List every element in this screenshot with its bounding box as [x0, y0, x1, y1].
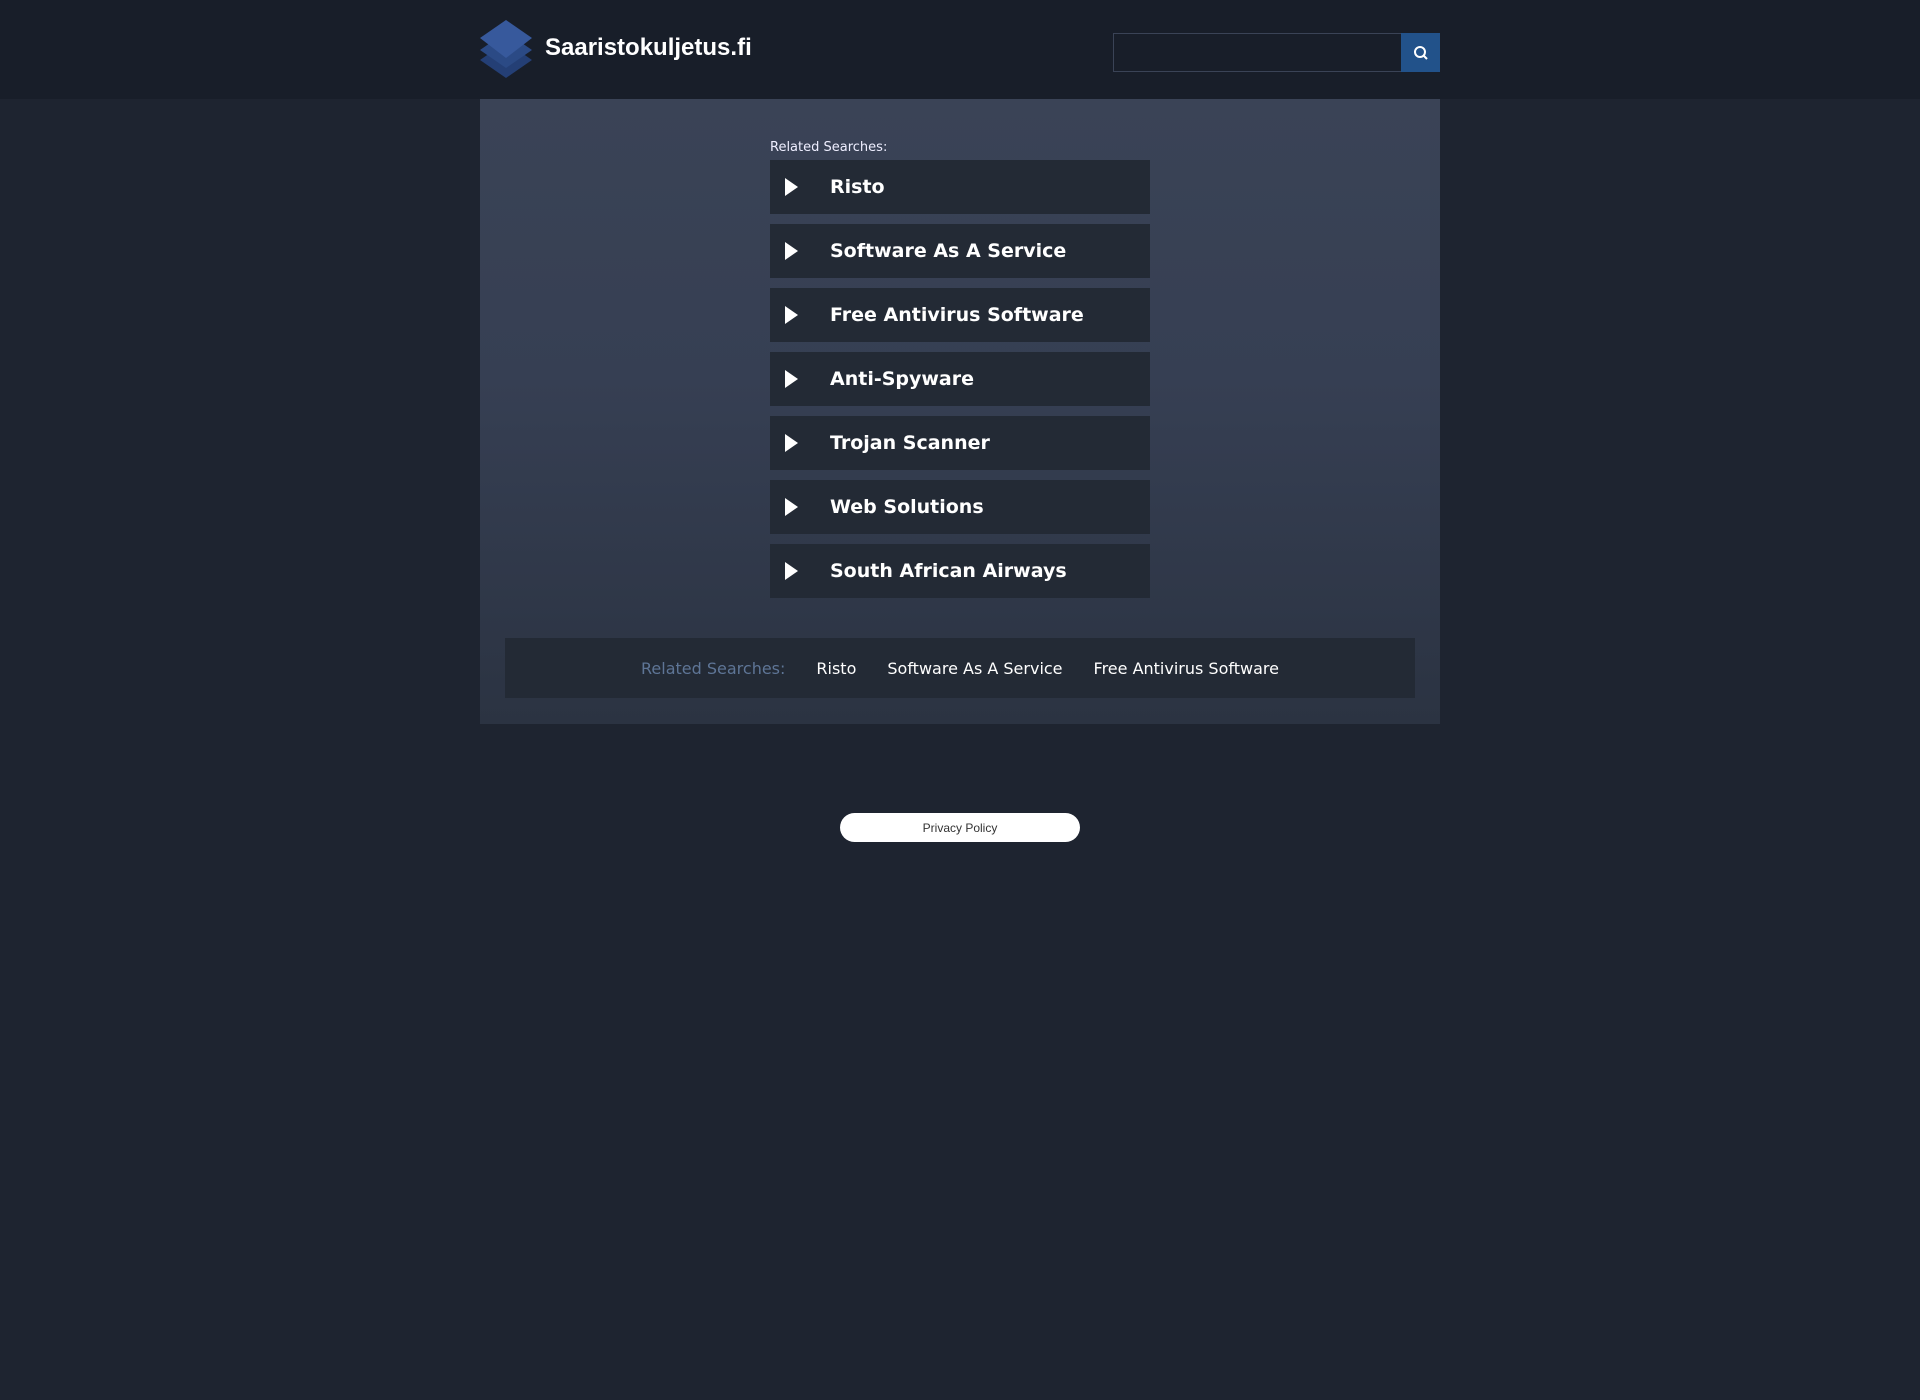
related-link[interactable]: Anti-Spyware — [770, 352, 1150, 406]
link-label: Trojan Scanner — [830, 432, 990, 454]
link-label: Risto — [830, 176, 885, 198]
search-button[interactable] — [1401, 33, 1440, 72]
bottom-related-label: Related Searches: — [641, 658, 786, 678]
bottom-link[interactable]: Risto — [816, 659, 856, 678]
related-link[interactable]: Trojan Scanner — [770, 416, 1150, 470]
bottom-related-bar: Related Searches: Risto Software As A Se… — [505, 638, 1415, 698]
related-link[interactable]: Free Antivirus Software — [770, 288, 1150, 342]
bottom-link[interactable]: Software As A Service — [887, 659, 1062, 678]
related-link[interactable]: Risto — [770, 160, 1150, 214]
link-label: South African Airways — [830, 560, 1067, 582]
play-arrow-icon — [785, 178, 798, 196]
privacy-policy-link[interactable]: Privacy Policy — [840, 813, 1080, 842]
header: Saaristokuljetus.fi — [0, 0, 1920, 99]
related-link[interactable]: Web Solutions — [770, 480, 1150, 534]
play-arrow-icon — [785, 562, 798, 580]
search-icon — [1413, 45, 1428, 60]
related-link[interactable]: Software As A Service — [770, 224, 1150, 278]
play-arrow-icon — [785, 370, 798, 388]
link-label: Web Solutions — [830, 496, 984, 518]
link-label: Software As A Service — [830, 240, 1067, 262]
play-arrow-icon — [785, 306, 798, 324]
related-link[interactable]: South African Airways — [770, 544, 1150, 598]
content-panel: Related Searches: Risto Software As A Se… — [480, 99, 1440, 724]
play-arrow-icon — [785, 434, 798, 452]
site-title: Saaristokuljetus.fi — [545, 34, 752, 61]
link-label: Anti-Spyware — [830, 368, 975, 390]
logo-icon — [480, 20, 532, 78]
related-searches-label: Related Searches: — [770, 140, 888, 155]
play-arrow-icon — [785, 242, 798, 260]
search-input[interactable] — [1113, 33, 1402, 72]
link-label: Free Antivirus Software — [830, 304, 1084, 326]
play-arrow-icon — [785, 498, 798, 516]
bottom-link[interactable]: Free Antivirus Software — [1094, 659, 1279, 678]
